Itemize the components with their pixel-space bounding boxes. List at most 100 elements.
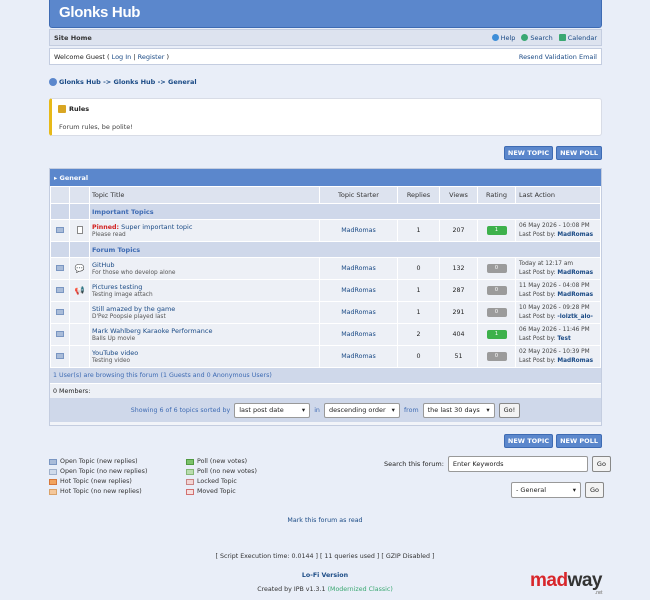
rules-box: Rules Forum rules, be polite!	[49, 98, 602, 136]
jump-go-button[interactable]: Go	[585, 482, 605, 498]
help-link[interactable]: Help	[491, 34, 515, 42]
col-views[interactable]: Views	[439, 186, 478, 204]
col-replies[interactable]: Replies	[397, 186, 440, 204]
topic-starter-link[interactable]: MadRomas	[341, 287, 376, 294]
help-icon	[491, 34, 499, 41]
forum-topics-header: Forum Topics	[50, 241, 601, 258]
topic-status-icon	[56, 330, 64, 337]
sort-bar: Showing 6 of 6 topics sorted by last pos…	[50, 398, 601, 422]
home-icon	[49, 78, 57, 86]
hot-topic-new-icon	[49, 479, 57, 485]
rules-icon	[58, 105, 66, 113]
topic-legend-right: Poll (new votes) Poll (no new votes) Loc…	[186, 457, 257, 497]
open-topic-icon	[49, 469, 57, 475]
rating-badge: 0	[486, 308, 507, 317]
top-navbar: Site Home Help Search Calendar	[49, 29, 602, 46]
site-logo[interactable]: Glonks Hub	[59, 4, 140, 21]
table-row[interactable]: Pinned: Super important topic Please rea…	[50, 219, 601, 242]
search-link[interactable]: Search	[521, 34, 553, 42]
topic-status-icon	[56, 286, 64, 293]
new-poll-button[interactable]: NEW POLL	[556, 434, 602, 448]
site-home-link[interactable]: Site Home	[54, 34, 92, 42]
hot-topic-icon	[49, 489, 57, 495]
date-range-select[interactable]: the last 30 days ▾	[422, 402, 495, 418]
bottom-action-buttons: NEW TOPIC NEW POLL	[503, 434, 602, 448]
chat-icon: 💬	[74, 264, 85, 273]
col-rating[interactable]: Rating	[477, 186, 516, 204]
topic-starter-link[interactable]: MadRomas	[341, 309, 376, 316]
topic-title-link[interactable]: Still amazed by the game	[92, 305, 175, 313]
calendar-icon	[558, 34, 566, 41]
table-row[interactable]: Still amazed by the game D'Pez Poopsie pl…	[50, 301, 601, 324]
open-topic-new-icon	[49, 459, 57, 465]
search-go-button[interactable]: Go	[591, 456, 611, 472]
members-info: 0 Members:	[50, 383, 601, 398]
search-input[interactable]: Enter Keywords	[447, 456, 588, 472]
table-row[interactable]: YouTube video Testing video MadRomas 0 51…	[50, 345, 601, 368]
forum-title: ▸ General	[50, 169, 601, 186]
mark-read-link[interactable]: Mark this forum as read	[0, 517, 650, 524]
new-poll-button[interactable]: NEW POLL	[556, 146, 602, 160]
new-topic-button[interactable]: NEW TOPIC	[503, 146, 554, 160]
sort-go-button[interactable]: Go!	[498, 402, 521, 418]
table-row[interactable]: Mark Wahlberg Karaoke Performance Balls U…	[50, 323, 601, 346]
topic-title-link[interactable]: YouTube video	[92, 349, 138, 357]
document-icon	[76, 225, 83, 234]
topic-starter-link[interactable]: MadRomas	[341, 265, 376, 272]
stats-text: [ Script Execution time: 0.0144 ] [ 11 q…	[215, 553, 435, 560]
chevron-down-icon: ▾	[301, 406, 306, 414]
topic-title-link[interactable]: Pictures testing	[92, 283, 142, 291]
table-row[interactable]: 💬 GitHub For those who develop alone MadR…	[50, 257, 601, 280]
rating-badge: 1	[486, 330, 507, 339]
col-last-action[interactable]: Last Action	[515, 186, 601, 204]
col-topic-starter[interactable]: Topic Starter	[319, 186, 398, 204]
forum-table: ▸ General Topic Title Topic Starter Repl…	[49, 168, 602, 426]
table-header-row: Topic Title Topic Starter Replies Views …	[50, 186, 601, 204]
forum-jump: - General ▾ Go	[511, 482, 605, 498]
sort-order-select[interactable]: descending order ▾	[323, 402, 400, 418]
sort-by-select[interactable]: last post date ▾	[234, 402, 311, 418]
megaphone-icon: 📢	[74, 286, 85, 295]
login-link[interactable]: Log In	[112, 53, 132, 61]
breadcrumb[interactable]: Glonks Hub -> Glonks Hub -> General	[49, 78, 197, 86]
topic-title-link[interactable]: Mark Wahlberg Karaoke Performance	[92, 327, 212, 335]
forum-search: Search this forum: Enter Keywords Go	[384, 456, 611, 472]
important-topics-header: Important Topics	[50, 203, 601, 220]
madway-watermark: madway .net	[530, 570, 603, 596]
welcome-text: Welcome Guest ( Log In | Register )	[54, 52, 169, 61]
topic-status-icon	[56, 264, 64, 271]
poll-new-icon	[186, 459, 194, 465]
search-icon	[521, 34, 529, 41]
topic-starter-link[interactable]: MadRomas	[341, 227, 376, 234]
rules-text: Forum rules, be polite!	[59, 123, 133, 131]
rating-badge: 0	[486, 286, 507, 295]
topic-title-link[interactable]: Super important topic	[119, 223, 192, 231]
user-bar: Welcome Guest ( Log In | Register ) Rese…	[49, 48, 602, 65]
chevron-down-icon: ▾	[572, 486, 576, 494]
topic-title-link[interactable]: GitHub	[92, 261, 115, 269]
rating-badge: 0	[486, 264, 507, 273]
register-link[interactable]: Register	[138, 53, 165, 61]
col-topic-title[interactable]: Topic Title	[89, 186, 320, 204]
top-action-buttons: NEW TOPIC NEW POLL	[503, 146, 602, 160]
topic-starter-link[interactable]: MadRomas	[341, 353, 376, 360]
topic-status-icon	[56, 308, 64, 315]
topic-status-icon	[56, 352, 64, 359]
forum-jump-select[interactable]: - General ▾	[511, 482, 581, 498]
calendar-link[interactable]: Calendar	[558, 34, 597, 42]
rating-badge: 1	[486, 226, 507, 235]
rules-title: Rules	[58, 105, 89, 113]
rating-badge: 0	[486, 352, 507, 361]
topic-legend-left: Open Topic (new replies) Open Topic (no …	[49, 457, 147, 497]
site-header: Glonks Hub	[49, 0, 602, 28]
topic-status-icon	[56, 226, 64, 233]
moved-icon	[186, 489, 194, 495]
topic-starter-link[interactable]: MadRomas	[341, 331, 376, 338]
table-row[interactable]: 📢 Pictures testing Testing image attach M…	[50, 279, 601, 302]
chevron-down-icon: ▾	[391, 406, 395, 414]
lock-icon	[186, 479, 194, 485]
resend-validation-link[interactable]: Resend Validation Email	[519, 53, 597, 61]
browsing-info: 1 User(s) are browsing this forum (1 Gue…	[50, 368, 601, 383]
new-topic-button[interactable]: NEW TOPIC	[503, 434, 554, 448]
poll-icon	[186, 469, 194, 475]
